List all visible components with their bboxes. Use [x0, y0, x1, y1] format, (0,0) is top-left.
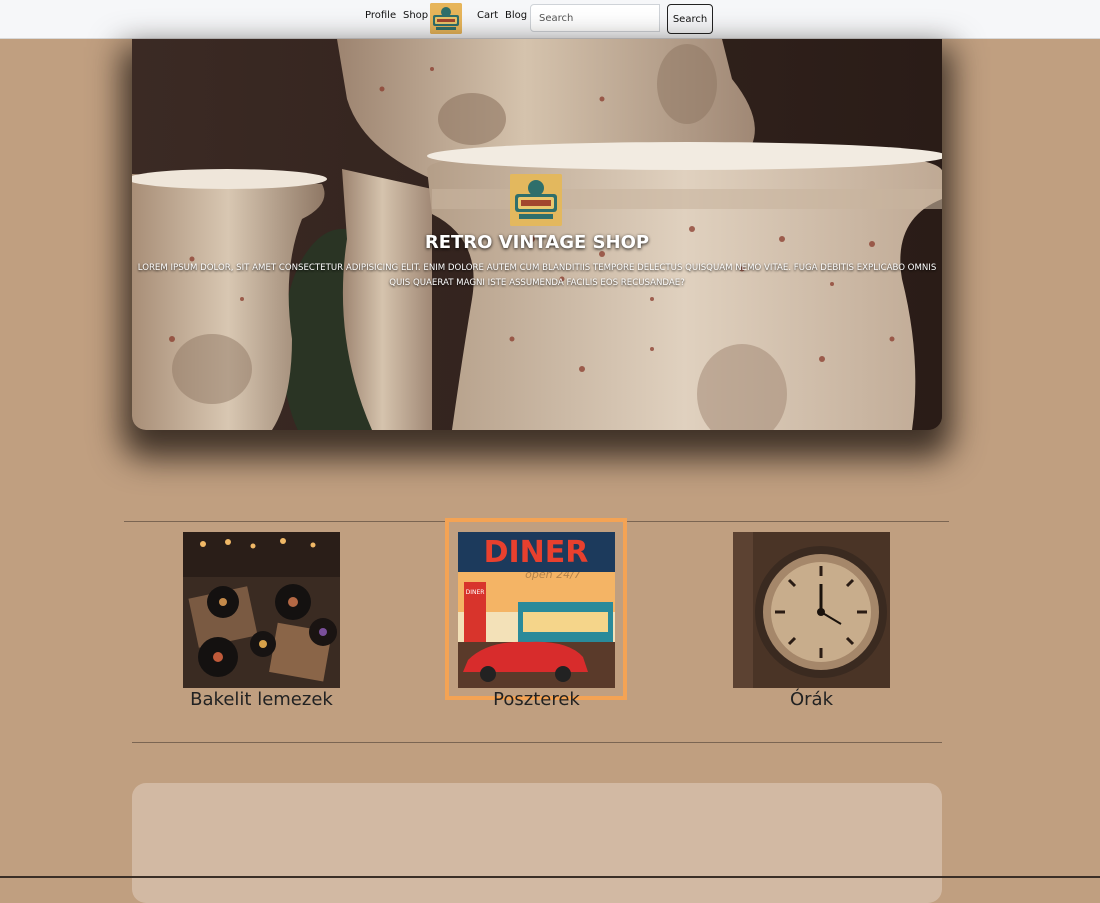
divider-bottom [132, 742, 942, 743]
top-navbar: Profile Shop Cart Blog Search [0, 0, 1100, 39]
nav-link-blog[interactable]: Blog [505, 10, 527, 21]
svg-text:DINER: DINER [484, 535, 589, 570]
nav-link-cart[interactable]: Cart [477, 10, 498, 21]
category-label-posters[interactable]: Poszterek [418, 689, 655, 710]
diner-poster-image: DINER open 24/7 DINER [458, 532, 615, 688]
nav-link-profile[interactable]: Profile [365, 10, 396, 21]
content-panel [132, 783, 942, 903]
svg-text:DINER: DINER [466, 589, 485, 596]
category-card-vinyl[interactable]: Bakelit lemezek [183, 532, 340, 710]
nav-link-shop[interactable]: Shop [403, 10, 428, 21]
hero-banner: RETRO VINTAGE SHOP Lorem ipsum dolor, si… [132, 39, 942, 430]
hero-title: RETRO VINTAGE SHOP [424, 232, 650, 253]
search-input[interactable] [530, 4, 660, 32]
retro-logo-icon[interactable] [430, 3, 462, 34]
category-label-clocks[interactable]: Órák [693, 689, 930, 710]
vinyl-records-image [183, 532, 340, 688]
hero-description: Lorem ipsum dolor, sit amet consectetur … [137, 263, 937, 288]
retro-logo-icon [510, 174, 562, 226]
search-button[interactable]: Search [667, 4, 713, 34]
category-card-clocks[interactable]: Órák [733, 532, 890, 710]
category-label-vinyl[interactable]: Bakelit lemezek [143, 689, 380, 710]
wall-clock-image [733, 532, 890, 688]
category-card-posters[interactable]: DINER open 24/7 DINER Poszterek [458, 532, 615, 710]
